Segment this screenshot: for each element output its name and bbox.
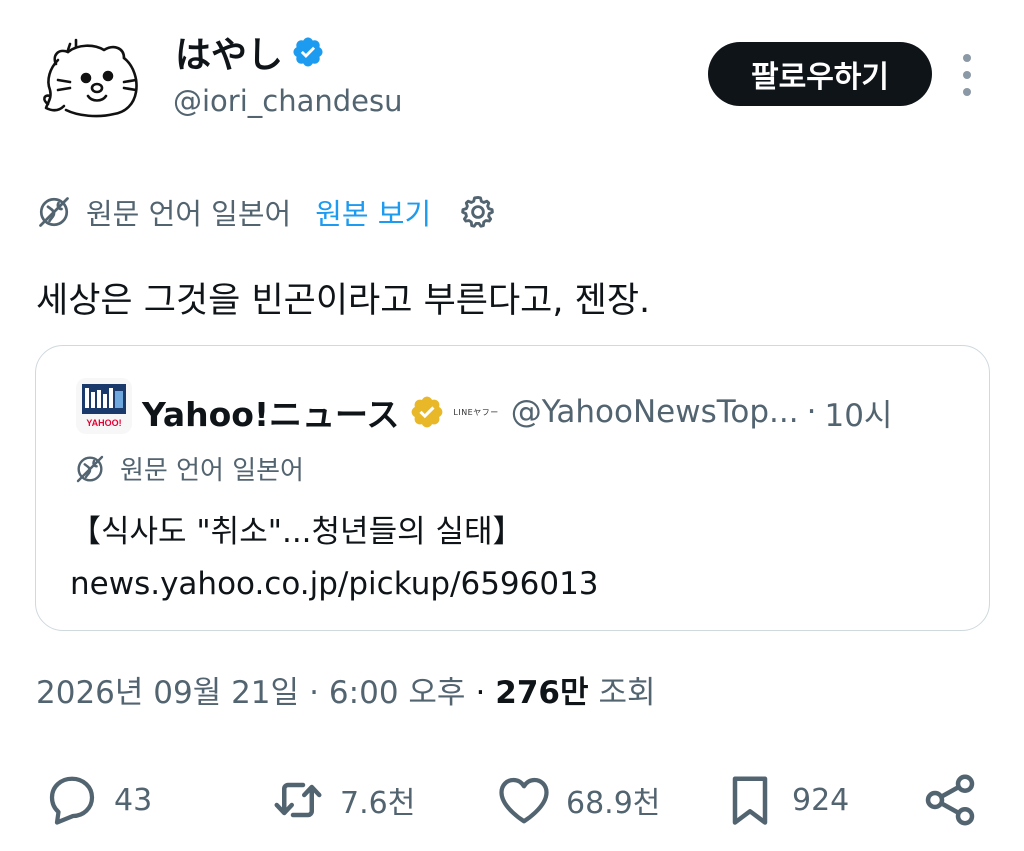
quote-display-name[interactable]: Yahoo!ニュース [142,388,399,436]
tweet-text: 세상은 그것을 빈곤이라고 부른다고, 젠장. [36,281,651,321]
quote-avatar[interactable]: YAHOO! [76,378,132,434]
like-button[interactable]: 68.9천 [494,760,660,840]
quoted-tweet-card[interactable]: YAHOO! Yahoo!ニュース LINEヤフー @YahooNewsTop.… [35,345,990,631]
quote-source-language-label: 원문 언어 일본어 [120,456,304,486]
comment-icon [49,776,95,825]
display-name-text: はやし [175,35,284,76]
quote-handle: @YahooNewsTop... [510,394,799,430]
quote-avatar-text: YAHOO! [86,418,121,428]
show-original-link[interactable]: 원본 보기 [315,191,431,233]
meta-separator: · [309,675,319,711]
affiliation-badge[interactable]: LINEヤフー [453,407,498,418]
translation-row: 원문 언어 일본어 원본 보기 [36,190,497,234]
globe-off-icon [39,197,69,227]
heart-icon [499,777,549,824]
quote-body-text: 【식사도 "취소"...청년들의 실태】 [70,514,524,550]
share-icon [925,774,975,826]
repost-icon [274,782,322,818]
gear-icon[interactable] [459,193,497,231]
quote-separator: · [806,394,817,430]
gold-check-icon [412,396,443,428]
globe-off-icon [76,455,104,482]
tweet-meta: 2026년 09월 21일 · 6:00 오후 · 276만 조회 [36,667,656,712]
reply-count: 43 [114,782,153,818]
action-bar: 43 7.6천 68.9천 924 [0,760,1024,840]
quote-header: Yahoo!ニュース LINEヤフー @YahooNewsTop... · 10… [142,388,892,436]
views-label: 조회 [598,675,656,711]
quote-body: 【식사도 "취소"...청년들의 실태】 news.yahoo.co.jp/pi… [70,506,599,610]
display-name[interactable]: はやし [175,26,325,78]
quote-body-link[interactable]: news.yahoo.co.jp/pickup/6596013 [70,558,599,610]
quote-time[interactable]: 10시 [824,390,892,435]
views-count[interactable]: 276만 [495,667,588,712]
repost-count: 7.6천 [340,786,416,821]
meta-separator: · [475,675,486,711]
tweet-date[interactable]: 2026년 09월 21일 [36,667,299,712]
tweet-time[interactable]: 6:00 오후 [329,667,466,712]
bookmark-icon [732,776,768,825]
tweet-page: はやし @iori_chandesu 팔로우하기 원문 언어 일본어 원본 보기… [0,0,1024,851]
verified-badge-icon [293,37,323,67]
avatar[interactable] [38,38,146,120]
like-count: 68.9천 [566,786,661,821]
reply-button[interactable]: 43 [42,760,152,840]
bookmark-button[interactable]: 924 [720,760,849,840]
user-handle[interactable]: @iori_chandesu [173,84,403,118]
quote-translation-row: 원문 언어 일본어 [74,450,304,487]
repost-button[interactable]: 7.6천 [268,760,415,840]
share-button[interactable] [920,760,980,840]
follow-button[interactable]: 팔로우하기 [708,42,932,106]
bookmark-count: 924 [792,782,850,818]
source-language-label: 원문 언어 일본어 [86,197,292,231]
more-options-icon[interactable] [950,54,984,96]
